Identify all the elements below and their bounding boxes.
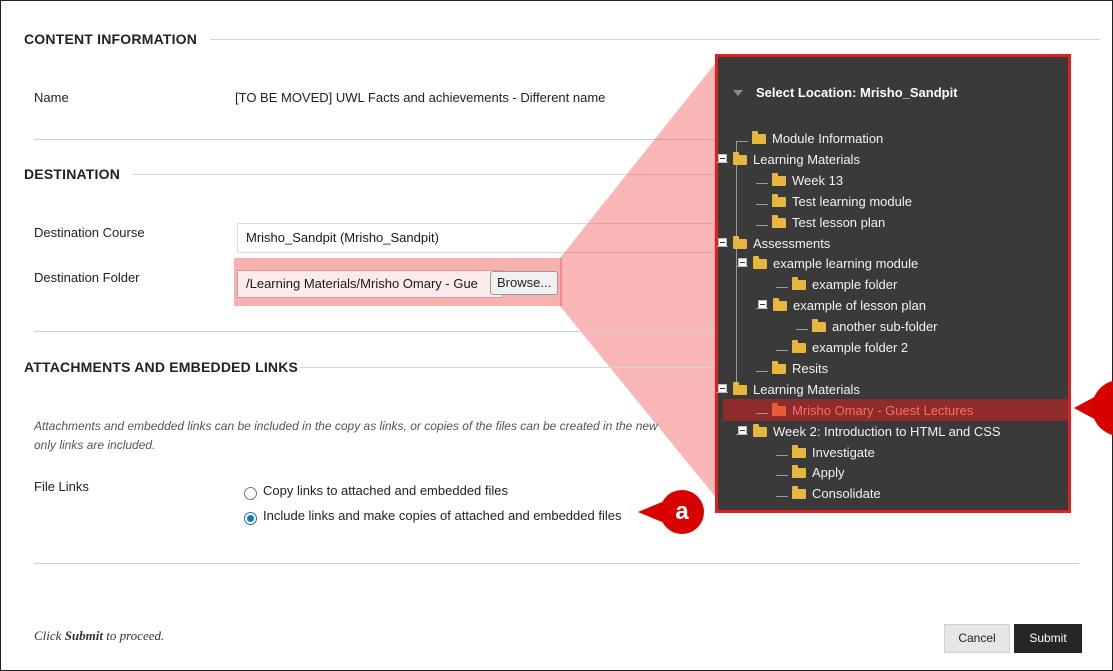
select-location-panel: Select Location: Mrisho_Sandpit Module I… [715,54,1071,513]
tree-node[interactable]: Apply [792,465,845,485]
folder-icon [792,444,806,458]
tree-node-label: Consolidate [812,486,881,502]
tree-node[interactable]: example folder [792,277,897,297]
tree-node[interactable]: example learning module [738,256,918,276]
divider [34,563,1079,564]
destination-folder-field[interactable]: /Learning Materials/Mrisho Omary - Gue [237,270,503,298]
folder-icon [792,340,806,353]
tree-node-label: Test learning module [792,193,912,209]
tree-connector [736,141,748,142]
collapse-arrow-icon[interactable] [733,90,743,96]
tree-node[interactable]: Resits [772,360,829,381]
folder-icon [772,360,786,374]
attachments-heading: ATTACHMENTS AND EMBEDDED LINKS [24,359,299,375]
folder-icon [772,193,786,207]
tree-node[interactable]: Test learning module [772,193,912,214]
tree-node-label: another sub-folder [832,319,938,335]
submit-hint-prefix: Click [34,628,65,643]
folder-icon [733,151,747,165]
cancel-button[interactable]: Cancel [944,624,1010,653]
tree-node[interactable]: example of lesson plan [758,298,926,318]
folder-icon [753,256,767,270]
tree-connector [756,203,768,205]
tree-connector [756,412,768,414]
folder-icon [772,214,786,228]
tree-node-label: Learning Materials [753,151,860,167]
tree-connector [776,496,788,498]
folder-icon [772,402,786,416]
tree-node-label: Module Information [772,131,884,146]
attachments-note-line1: Attachments and embedded links can be in… [34,419,658,433]
tree-node[interactable]: Week 13 [772,172,844,193]
callout-b-fragment [1074,380,1113,436]
tree-trunk [736,141,737,392]
folder-icon [773,298,787,312]
tree-node-label: Week 2: Introduction to HTML and CSS [773,423,1001,439]
divider [34,331,724,332]
tree-connector [776,287,788,289]
tree-node-label: Mrisho Omary - Guest Lectures [792,402,974,418]
tree-node-label: Resits [792,360,829,376]
select-location-title: Select Location: Mrisho_Sandpit [756,85,958,100]
tree-node-label: example of lesson plan [793,298,926,314]
folder-icon [792,277,806,291]
collapse-toggle-icon[interactable] [758,300,767,310]
tree-node[interactable]: example folder 2 [792,340,908,360]
tree-node-label: Week 13 [792,172,844,188]
folder-icon [772,172,786,186]
copy-links-label[interactable]: Copy links to attached and embedded file… [263,483,508,498]
callout-a-pointer [638,502,662,522]
tree-node[interactable]: Assessments [718,235,831,256]
collapse-toggle-icon[interactable] [738,258,747,268]
tree-connector [756,182,768,184]
include-copies-label[interactable]: Include links and make copies of attache… [263,508,621,523]
tree-node[interactable]: Consolidate [792,486,881,506]
collapse-toggle-icon[interactable] [718,383,727,393]
tree-node-label: example learning module [773,256,919,272]
tree-connector [776,475,788,477]
tree-node-label: example folder 2 [812,340,909,355]
submit-hint-suffix: to proceed. [102,628,165,643]
tree-node[interactable]: Test lesson plan [772,214,886,235]
submit-hint-bold: Submit [64,628,103,643]
folder-icon [812,319,826,333]
collapse-toggle-icon[interactable] [718,237,727,247]
tree-node[interactable]: another sub-folder [812,319,938,339]
tree-node[interactable]: Investigate [792,444,875,465]
folder-icon [792,465,806,479]
tree-connector [776,350,788,351]
submit-button[interactable]: Submit [1014,624,1082,653]
tree-node-label: example folder [812,277,898,293]
tree-node-label: Assessments [753,235,831,251]
folder-icon [792,486,806,500]
copy-links-radio[interactable] [244,487,257,500]
folder-icon [753,423,767,437]
attachments-note-line2: only links are included. [34,438,156,452]
tree-node[interactable]: Learning Materials [718,151,860,172]
tree-node[interactable]: Learning Materials [718,381,860,402]
tree-node-label: Test lesson plan [792,214,886,230]
submit-hint: Click Submit to proceed. [34,628,164,644]
folder-icon [733,235,747,249]
tree-node-label: Apply [812,465,845,481]
tree-connector [776,454,788,456]
tree-node[interactable]: Week 2: Introduction to HTML and CSS [738,423,1001,444]
file-links-label: File Links [34,479,89,494]
tree-node[interactable]: Module Information [752,131,883,151]
tree-node-label: Investigate [812,444,875,460]
tree-connector [796,329,808,331]
collapse-toggle-icon[interactable] [738,425,747,435]
tree-connector [756,224,768,226]
folder-icon [752,131,766,144]
callout-a-label: a [675,498,689,525]
tree-node[interactable]: Mrisho Omary - Guest Lectures [772,402,974,423]
collapse-toggle-icon[interactable] [718,153,727,163]
folder-icon [733,381,747,395]
section-rule [300,367,720,368]
include-copies-radio[interactable] [244,512,257,525]
browse-button[interactable]: Browse... [490,271,559,295]
callout-a: a [660,490,704,534]
tree-connector [756,370,768,372]
tree-node-label: Learning Materials [753,381,860,397]
